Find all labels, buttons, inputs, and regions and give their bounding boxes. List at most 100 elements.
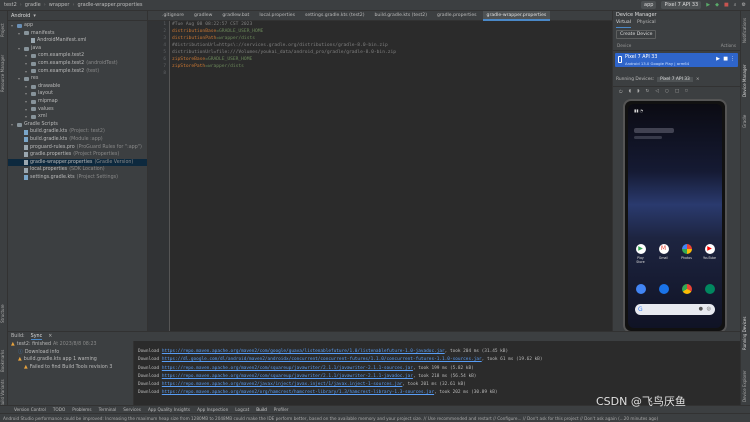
breadcrumb-0[interactable]: test2 bbox=[4, 2, 17, 8]
bottom-tool-tab[interactable]: Services bbox=[123, 407, 141, 412]
chevron-icon[interactable]: ▾ bbox=[25, 98, 29, 106]
project-tree-item[interactable]: ▾ com.example.test2 (androidTest) bbox=[8, 60, 147, 68]
editor-tab[interactable]: local.properties bbox=[255, 11, 299, 21]
chevron-icon[interactable]: ▾ bbox=[25, 113, 29, 121]
chevron-icon[interactable]: ▾ bbox=[11, 121, 15, 129]
google-search-bar[interactable]: G ● ◎ bbox=[635, 304, 715, 315]
volume-down-icon[interactable]: ◗ bbox=[637, 89, 639, 95]
build-tree-row[interactable]: ▲ build.gradle.kts app 1 warning bbox=[8, 356, 133, 364]
log-url-link[interactable]: https://repo.maven.apache.org/maven2/org… bbox=[162, 390, 434, 395]
bottom-tool-tab[interactable]: Problems bbox=[72, 407, 91, 412]
app-gmail[interactable]: M Gmail bbox=[657, 244, 670, 260]
log-url-link[interactable]: https://repo.maven.apache.org/maven2/com… bbox=[162, 366, 413, 371]
emulator-screen[interactable]: ▮▮ ◔ ▶ Play Store M Gmail Photos ▶ YouTube … bbox=[628, 104, 722, 328]
code-content[interactable]: #Tue Aug 08 08:22:57 CST 2023 distributio… bbox=[172, 21, 396, 77]
screenshot-icon[interactable]: ⌑ bbox=[685, 89, 687, 95]
breadcrumb-2[interactable]: wrapper bbox=[49, 2, 70, 8]
chevron-icon[interactable]: ▾ bbox=[25, 52, 29, 60]
project-tree-item[interactable]: settings.gradle.kts (Project Settings) bbox=[8, 174, 147, 182]
log-url-link[interactable]: https://repo.maven.apache.org/maven2/jav… bbox=[162, 382, 403, 387]
project-tree-item[interactable]: gradle-wrapper.properties (Gradle Version… bbox=[8, 158, 147, 167]
volume-up-icon[interactable]: ◖ bbox=[629, 89, 631, 95]
app-photos[interactable]: Photos bbox=[680, 244, 693, 260]
search-icon[interactable]: ⌕ bbox=[734, 2, 737, 8]
app-store[interactable] bbox=[703, 284, 716, 296]
bottom-tool-tab[interactable]: Profiler bbox=[274, 407, 289, 412]
device-manager-tab[interactable]: Device Manager bbox=[742, 61, 750, 101]
app-messages[interactable] bbox=[657, 284, 670, 296]
editor-tab[interactable]: settings.gradle.kts (test2) bbox=[301, 11, 369, 21]
bottom-tool-tab[interactable]: Build bbox=[256, 407, 267, 412]
gradle-tab[interactable]: Gradle bbox=[742, 106, 750, 136]
project-tree-item[interactable]: ▾ app bbox=[8, 22, 147, 30]
build-tree-row[interactable]: ▲ Failed to find Build Tools revision 3 bbox=[8, 364, 133, 372]
chevron-icon[interactable]: ▾ bbox=[25, 83, 29, 91]
chevron-icon[interactable]: ▾ bbox=[18, 30, 22, 38]
breadcrumb-3[interactable]: gradle-wrapper.properties bbox=[77, 2, 142, 8]
build-tree-row[interactable]: ⓘ Download info bbox=[8, 349, 133, 357]
bottom-tool-tab[interactable]: App Inspection bbox=[197, 407, 228, 412]
editor-tab[interactable]: gradlew.bat bbox=[218, 11, 253, 21]
project-tree-item[interactable]: ▾ layout bbox=[8, 90, 147, 98]
close-icon[interactable]: × bbox=[48, 334, 52, 339]
rotate-icon[interactable]: ↻ bbox=[645, 89, 649, 95]
stop-device-icon[interactable]: ■ bbox=[723, 56, 728, 62]
lens-icon[interactable]: ◎ bbox=[707, 306, 711, 312]
app-phone[interactable] bbox=[634, 284, 647, 296]
mic-icon[interactable]: ● bbox=[699, 306, 703, 312]
project-tree-item[interactable]: ▾ res bbox=[8, 75, 147, 83]
tab-virtual[interactable]: Virtual bbox=[616, 20, 632, 28]
bottom-tool-tab[interactable]: Terminal bbox=[99, 407, 117, 412]
more-icon[interactable]: ⋮ bbox=[730, 56, 735, 62]
resource-manager-tab[interactable]: Resource Manager bbox=[0, 51, 8, 96]
project-tree-item[interactable]: ▾ values bbox=[8, 106, 147, 114]
editor-tab[interactable]: gradle-wrapper.properties bbox=[482, 10, 551, 21]
device-explorer-tab[interactable]: Device Explorer bbox=[742, 366, 750, 406]
chevron-down-icon[interactable]: ▾ bbox=[33, 13, 36, 19]
app-youtube[interactable]: ▶ YouTube bbox=[703, 244, 716, 260]
breadcrumb-1[interactable]: gradle bbox=[25, 2, 41, 8]
run-config-selector[interactable]: app bbox=[641, 1, 657, 9]
project-tree-item[interactable]: ▾ java bbox=[8, 45, 147, 53]
power-icon[interactable]: ⏻ bbox=[619, 89, 623, 95]
project-tool-tab[interactable]: Project bbox=[0, 15, 8, 45]
project-tree-item[interactable]: ▾ com.example.test2 bbox=[8, 52, 147, 60]
bottom-tool-tab[interactable]: Logcat bbox=[235, 407, 249, 412]
project-tree-item[interactable]: proguard-rules.pro (ProGuard Rules for ":… bbox=[8, 144, 147, 152]
device-row[interactable]: Pixel 7 API 33 Android 13.0 Google Play … bbox=[615, 53, 738, 67]
launch-icon[interactable]: ▶ bbox=[716, 56, 720, 62]
running-device-tab[interactable]: Pixel 7 API 33 bbox=[657, 77, 693, 82]
editor-tab[interactable]: gradle.properties bbox=[433, 11, 481, 21]
run-icon[interactable]: ▶ bbox=[706, 2, 710, 8]
project-tree-item[interactable]: ▾ drawable bbox=[8, 83, 147, 91]
debug-icon[interactable]: ◆ bbox=[715, 2, 719, 8]
running-devices-tab[interactable]: Running Devices bbox=[742, 311, 750, 356]
chevron-icon[interactable]: ▾ bbox=[18, 45, 22, 53]
editor-tab[interactable]: .gitignore bbox=[158, 11, 188, 21]
project-tree-item[interactable]: ▾ com.example.test2 (test) bbox=[8, 68, 147, 76]
bottom-tool-tab[interactable]: App Quality Insights bbox=[148, 407, 190, 412]
bookmarks-tab[interactable]: Bookmarks bbox=[0, 346, 8, 376]
close-icon[interactable]: × bbox=[696, 77, 700, 82]
tab-physical[interactable]: Physical bbox=[637, 20, 656, 28]
structure-tab[interactable]: Structure bbox=[0, 301, 8, 327]
project-tree-item[interactable]: local.properties (SDK Location) bbox=[8, 166, 147, 174]
settings-gear-icon[interactable]: ⚙ bbox=[742, 2, 746, 8]
log-url-link[interactable]: https://dl.google.com/dl/android/maven2/… bbox=[162, 357, 482, 362]
project-tree-item[interactable]: build.gradle.kts (Project: test2) bbox=[8, 128, 147, 136]
create-device-button[interactable]: Create Device bbox=[616, 30, 657, 39]
log-url-link[interactable]: https://repo.maven.apache.org/maven2/com… bbox=[162, 374, 413, 379]
back-icon[interactable]: ◁ bbox=[655, 89, 659, 95]
app-chrome[interactable] bbox=[680, 284, 693, 296]
chevron-icon[interactable]: ▾ bbox=[25, 68, 29, 76]
tab-sync[interactable]: Sync bbox=[30, 334, 43, 340]
project-tree-item[interactable]: ▾ mipmap bbox=[8, 98, 147, 106]
app-play-store[interactable]: ▶ Play Store bbox=[634, 244, 647, 264]
project-tree-item[interactable]: ▾ xml bbox=[8, 113, 147, 121]
build-log[interactable]: Download https://repo.maven.apache.org/m… bbox=[138, 348, 542, 398]
device-selector[interactable]: Pixel 7 API 33 bbox=[661, 1, 702, 9]
chevron-icon[interactable]: ▾ bbox=[25, 106, 29, 114]
stop-icon[interactable]: ■ bbox=[724, 2, 729, 8]
android-view-selector[interactable]: Android bbox=[11, 13, 30, 19]
home-icon[interactable]: ○ bbox=[665, 89, 669, 95]
